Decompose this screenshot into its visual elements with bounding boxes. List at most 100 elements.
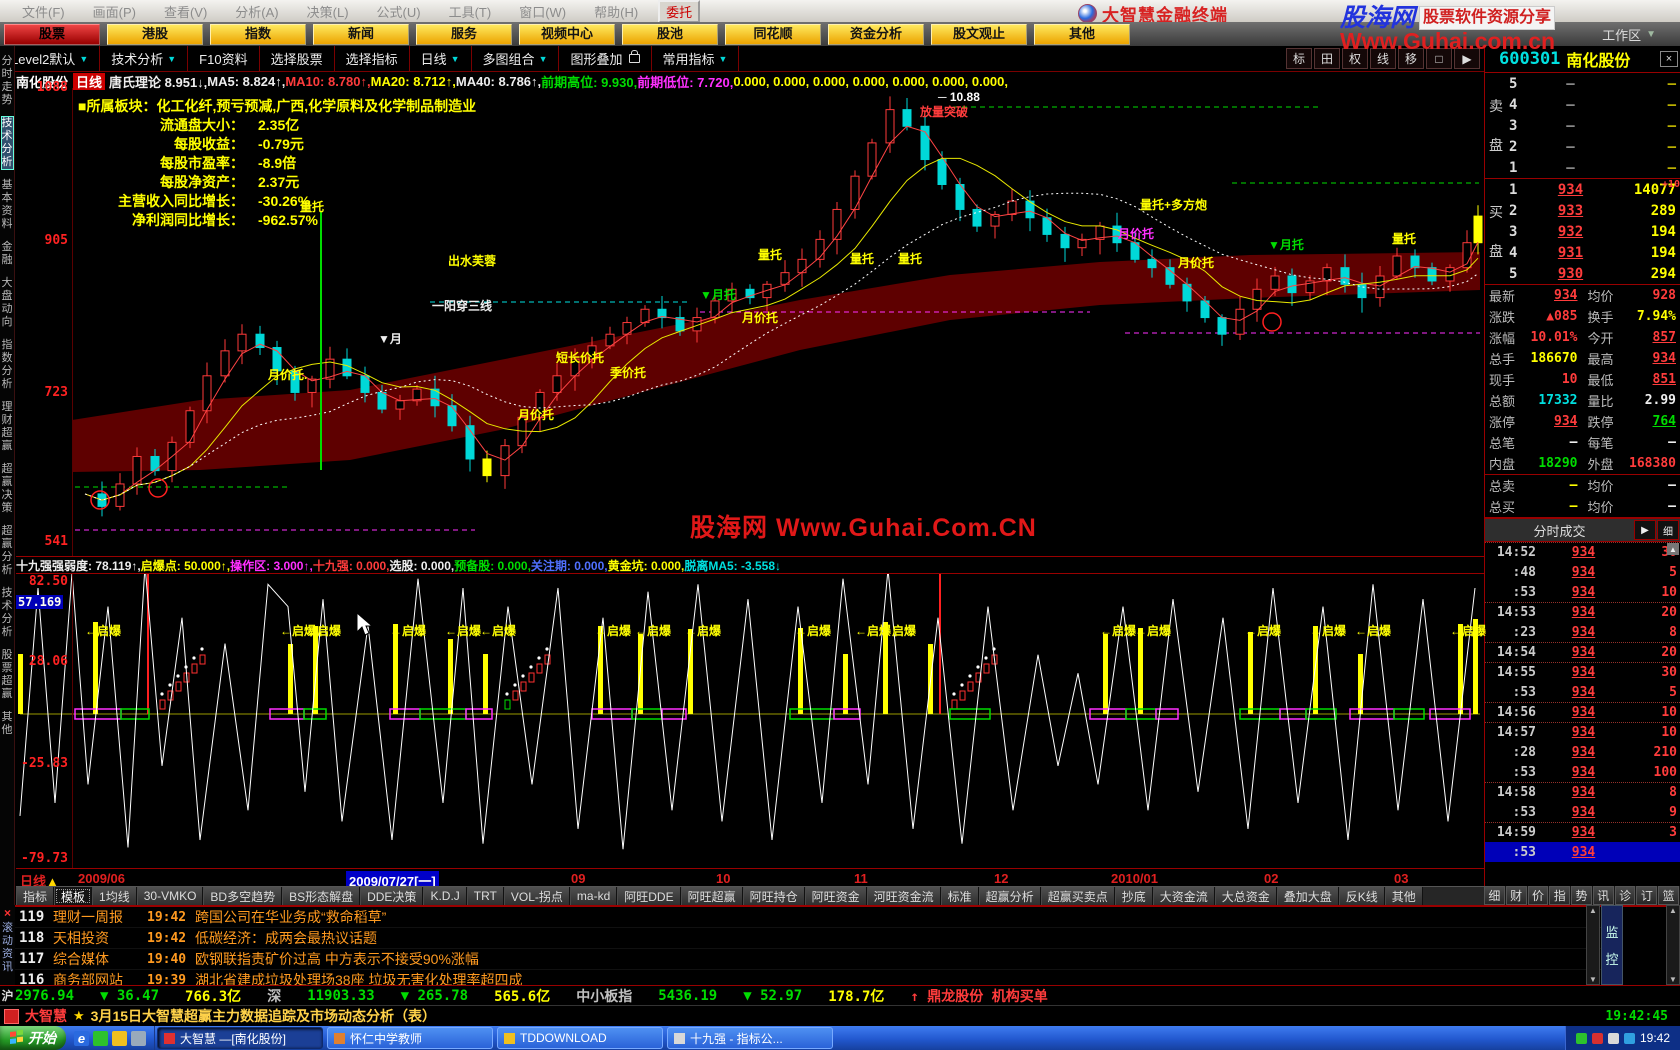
tab-ma-kd[interactable]: ma-kd [569, 887, 618, 905]
scroll-up-icon[interactable]: ▲ [1669, 906, 1677, 915]
tab-反K线[interactable]: 反K线 [1338, 887, 1385, 905]
expand-icon[interactable]: ▶ [1634, 520, 1656, 540]
queue-row[interactable]: 5 930 294 [1485, 263, 1680, 284]
timesales-row[interactable]: :28 934 210 [1485, 742, 1680, 762]
tray-icon[interactable] [1575, 1032, 1587, 1044]
toolbar-item-技术分析[interactable]: 技术分析 ▼ [100, 46, 189, 71]
timesales-row[interactable]: 14:5293430 [1485, 542, 1680, 562]
tab-阿旺持仓[interactable]: 阿旺持仓 [742, 887, 805, 905]
nav-button-服务[interactable]: 服务 [416, 23, 512, 45]
tab-标准[interactable]: 标准 [940, 887, 979, 905]
nav-button-股文观止[interactable]: 股文观止 [931, 23, 1027, 45]
tab-VOL-拐点[interactable]: VOL-拐点 [503, 887, 570, 905]
sidebar-item-大盘动向[interactable]: 大盘动向 [2, 277, 13, 329]
nav-button-新闻[interactable]: 新闻 [313, 23, 409, 45]
sidebar-item-基本资料[interactable]: 基本资料 [2, 179, 13, 231]
sidebar-item-其他[interactable]: 其他 [2, 711, 13, 737]
tab-阿旺资金[interactable]: 阿旺资金 [804, 887, 867, 905]
monitor-strip[interactable]: 监控 [1601, 905, 1623, 985]
tab-大资金流[interactable]: 大资金流 [1152, 887, 1215, 905]
nav-button-视频中心[interactable]: 视频中心 [519, 23, 615, 45]
tab-TRT[interactable]: TRT [466, 887, 504, 905]
task-button[interactable]: 怀仁中学教师 [327, 1027, 493, 1049]
toolbar-item-日线[interactable]: 日线 ▼ [410, 46, 472, 71]
minitab-诊[interactable]: 诊 [1614, 886, 1636, 905]
timesales-row[interactable]: 14:59 934 3 [1485, 822, 1680, 842]
tab-超赢分析[interactable]: 超赢分析 [978, 887, 1041, 905]
tray-icon[interactable] [1623, 1032, 1635, 1044]
minitab-指[interactable]: 指 [1549, 886, 1571, 905]
nav-button-指数[interactable]: 指数 [210, 23, 306, 45]
tray-icon[interactable] [1591, 1032, 1603, 1044]
ticker-headline[interactable]: 3月15日大智慧超赢主力数据追踪及市场动态分析（表） [91, 1006, 436, 1026]
nav-button-其他[interactable]: 其他 [1034, 23, 1130, 45]
queue-row[interactable]: 2 — — [1485, 136, 1680, 157]
minitab-价[interactable]: 价 [1527, 886, 1549, 905]
scroll-up-icon[interactable]: ▲ [1667, 543, 1679, 555]
timesales-row[interactable]: :48 934 5 [1485, 562, 1680, 582]
toolbar-icon-0[interactable]: 标 [1286, 48, 1312, 69]
minitab-订[interactable]: 订 [1636, 886, 1658, 905]
task-button[interactable]: 十九强 - 指标公... [667, 1027, 833, 1049]
menu-item[interactable]: 画面(P) [79, 2, 150, 21]
tab-阿旺DDE[interactable]: 阿旺DDE [617, 887, 681, 905]
tab-BS形态解盘[interactable]: BS形态解盘 [282, 887, 361, 905]
browser-icon[interactable]: e [74, 1030, 89, 1046]
sidebar-item-超赢决策[interactable]: 超赢决策 [2, 463, 13, 515]
tab-超赢买卖点[interactable]: 超赢买卖点 [1040, 887, 1115, 905]
sidebar-item-技术分析[interactable]: 技术分析 [2, 587, 13, 639]
scroll-down-icon[interactable]: ▼ [1669, 975, 1677, 984]
sidebar-item-指数分析[interactable]: 指数分析 [2, 339, 13, 391]
timesales-row[interactable]: :53 934 5 [1485, 682, 1680, 702]
menu-item[interactable]: 查看(V) [150, 2, 221, 21]
oscillator-chart[interactable] [16, 565, 1484, 868]
desktop-icon[interactable] [131, 1030, 146, 1046]
menu-item[interactable]: 工具(T) [435, 2, 506, 21]
queue-row[interactable]: 3 932 194 [1485, 221, 1680, 242]
minitab-讯[interactable]: 讯 [1592, 886, 1614, 905]
queue-row[interactable]: 1 934 14077 +10 [1485, 179, 1680, 200]
news-scrollbar[interactable]: ▲ ▼ [1586, 905, 1600, 985]
close-icon[interactable]: × [4, 906, 11, 920]
task-button[interactable]: TDDOWNLOAD [497, 1027, 663, 1049]
toolbar-icon-1[interactable]: 田 [1314, 48, 1340, 69]
tab-抄底[interactable]: 抄底 [1114, 887, 1153, 905]
sidebar-item-理财超赢[interactable]: 理财超赢 [2, 401, 13, 453]
queue-row[interactable]: 4 — — [1485, 94, 1680, 115]
task-button[interactable]: 大智慧 —[南化股份] [157, 1027, 323, 1049]
timesales-row[interactable]: 14:56 934 10 [1485, 702, 1680, 722]
tab-大总资金[interactable]: 大总资金 [1214, 887, 1277, 905]
timesales-row[interactable]: :23 934 8 [1485, 622, 1680, 642]
queue-row[interactable]: 3 — — [1485, 115, 1680, 136]
toolbar-item-图形叠加[interactable]: 图形叠加 [559, 46, 652, 71]
minitab-细[interactable]: 细 [1484, 886, 1505, 905]
tab-阿旺超赢[interactable]: 阿旺超赢 [680, 887, 743, 905]
nav-button-资金分析[interactable]: 资金分析 [828, 23, 924, 45]
menu-item[interactable]: 决策(L) [293, 2, 363, 21]
menu-item[interactable]: 分析(A) [221, 2, 292, 21]
sidebar-item-股票超赢[interactable]: 股票超赢 [2, 649, 13, 701]
toolbar-item-选择股票[interactable]: 选择股票 [260, 46, 335, 71]
sidebar-item-超赢分析[interactable]: 超赢分析 [2, 525, 13, 577]
menu-item[interactable]: 帮助(H) [580, 2, 652, 21]
start-button[interactable]: 开始 [0, 1026, 66, 1050]
menu-entrust[interactable]: 委托 [658, 0, 701, 23]
right-scrollbar[interactable]: ▲ ▼ [1666, 905, 1680, 985]
timesales-row[interactable]: 14:54 934 20 [1485, 642, 1680, 662]
queue-row[interactable]: 4 931 194 [1485, 242, 1680, 263]
timesales-row[interactable]: :53 934 100 [1485, 762, 1680, 782]
detail-tab[interactable]: 细 [1657, 520, 1679, 540]
tray-icon[interactable] [1607, 1032, 1619, 1044]
minitab-篮[interactable]: 篮 [1658, 886, 1680, 905]
menu-item[interactable]: 窗口(W) [505, 2, 580, 21]
tab-指标[interactable]: 指标 [16, 887, 55, 905]
news-row[interactable]: 119 理财一周报 19:42 跨国公司在华业务成“救命稻草” [15, 907, 1601, 928]
sidebar-item-分时走势[interactable]: 分时走势 [2, 55, 13, 107]
timesales-row[interactable]: :53 934 [1485, 842, 1680, 862]
scroll-up-icon[interactable]: ▲ [1589, 906, 1597, 915]
menu-item[interactable]: 文件(F) [8, 2, 79, 21]
minitab-势[interactable]: 势 [1571, 886, 1592, 905]
toolbar-item-F10资料[interactable]: F10资料 [188, 46, 260, 71]
tab-河旺资金流[interactable]: 河旺资金流 [866, 887, 941, 905]
nav-button-同花顺[interactable]: 同花顺 [725, 23, 821, 45]
